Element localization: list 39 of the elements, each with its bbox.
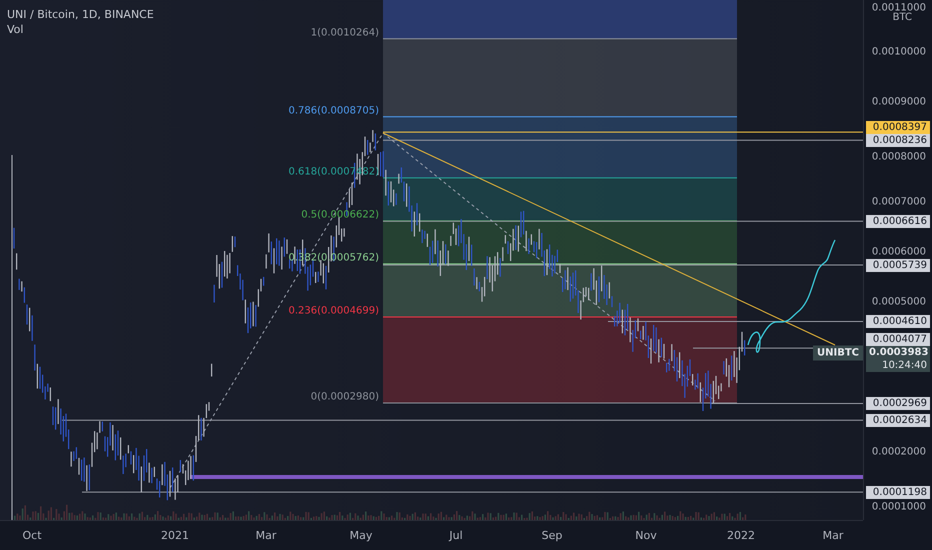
volume-indicator-label: Vol (7, 23, 24, 36)
symbol-title: UNI / Bitcoin, 1D, BINANCE (7, 8, 154, 21)
currency-unit: BTC (892, 12, 912, 23)
price-tick: 0.0002000 (872, 446, 926, 458)
last-price-tag: 0.0003983 10:24:40 (866, 346, 930, 372)
price-tick: 0.0005000 (872, 296, 926, 308)
time-label: Nov (635, 529, 657, 542)
time-label: 2022 (727, 529, 755, 542)
time-axis[interactable]: Oct 2021 Mar May Jul Sep Nov 2022 Mar (0, 520, 863, 550)
price-tag: 0.0002634 (866, 414, 930, 427)
time-label: 2021 (161, 529, 189, 542)
price-tag: 0.0008236 (866, 134, 930, 147)
price-tick: 0.0006000 (872, 246, 926, 258)
price-tick: 0.0010000 (872, 46, 926, 58)
price-tick: 0.0007000 (872, 196, 926, 208)
time-label: Sep (542, 529, 562, 542)
time-label: May (350, 529, 372, 542)
price-tag: 0.0001198 (866, 486, 930, 499)
fib-level-label: 1(0.0010264) (310, 27, 379, 38)
fib-level-label: 0.5(0.0006622) (301, 209, 379, 220)
symbol-tag: UNIBTC (813, 345, 863, 360)
price-tag: 0.0008397 (866, 120, 930, 134)
price-tag: 0.0005739 (866, 258, 930, 272)
price-tag: 0.0006616 (866, 214, 930, 228)
price-tick: 0.0011000 (872, 2, 926, 14)
time-label: Mar (256, 529, 276, 542)
price-tick: 0.0009000 (872, 96, 926, 108)
price-tick: 0.0001000 (872, 502, 926, 512)
fib-level-label: 0.236(0.0004699) (288, 306, 379, 317)
price-tag: 0.0004610 (866, 315, 930, 328)
fib-level-label: 0.786(0.0008705) (288, 105, 379, 116)
price-axis[interactable] (863, 0, 932, 520)
time-label: Mar (822, 529, 844, 542)
time-label: Jul (449, 529, 463, 542)
fib-level-label: 0(0.0002980) (310, 392, 379, 402)
price-tag: 0.0004077 (866, 332, 930, 346)
price-tick: 0.0008000 (872, 152, 926, 162)
time-label: Oct (22, 529, 42, 542)
price-tag: 0.0002969 (866, 397, 930, 410)
